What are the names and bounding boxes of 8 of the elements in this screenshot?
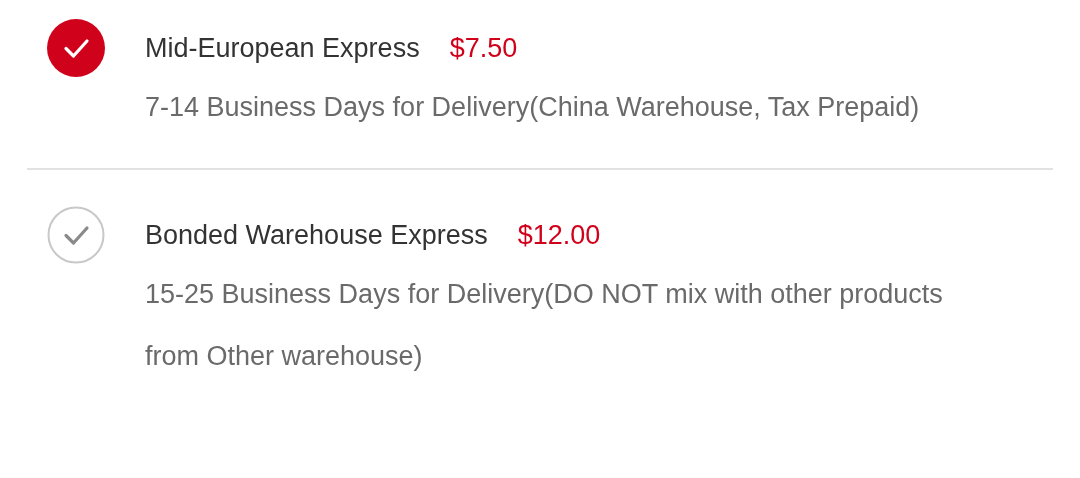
checked-radio-icon[interactable]: [47, 19, 105, 77]
shipping-price: $12.00: [517, 219, 601, 251]
shipping-method-name: Bonded Warehouse Express: [145, 219, 488, 251]
shipping-method-name: Mid-European Express: [145, 32, 420, 64]
shipping-price: $7.50: [449, 32, 518, 64]
unchecked-radio-icon[interactable]: [47, 206, 105, 264]
delivery-description: 15-25 Business Days for Delivery(DO NOT mix with other products from Other warehouse): [145, 278, 944, 373]
delivery-description: 7-14 Business Days for Delivery(China Warehouse, Tax Prepaid): [145, 91, 921, 124]
